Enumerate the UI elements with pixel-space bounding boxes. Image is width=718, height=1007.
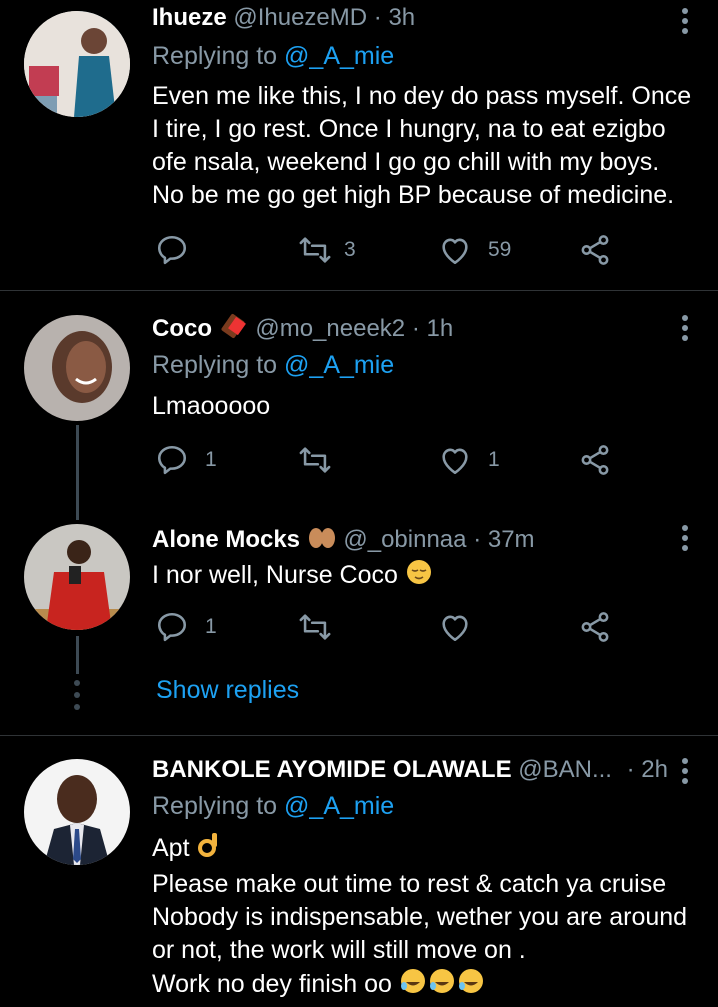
tweet-coco[interactable]: Coco @mo_neeek2 · 1h Replying to @_A_mie… <box>0 291 718 491</box>
avatar[interactable] <box>24 11 130 117</box>
tweet-text-line: Nobody is indispensable, wether you are … <box>152 903 688 931</box>
reply-mention-link[interactable]: @_A_mie <box>284 42 394 70</box>
avatar-photo <box>24 315 130 421</box>
tweet-text-line: or not, the work will still move on . <box>152 936 526 964</box>
avatar-photo <box>24 524 130 630</box>
tweet-text: I nor well, Nurse Coco <box>152 558 697 595</box>
rofl-emoji-icon <box>399 967 489 1004</box>
retweet-icon <box>298 443 332 477</box>
timestamp[interactable]: · 1h <box>412 315 453 342</box>
replying-to: Replying to @_A_mie <box>152 351 394 380</box>
display-name[interactable]: Coco <box>152 315 212 342</box>
tweet-text: Even me like this, I no dey do pass myse… <box>152 82 692 209</box>
replying-label: Replying to <box>152 42 278 70</box>
share-icon <box>578 443 612 477</box>
show-replies-link[interactable]: Show replies <box>156 676 299 705</box>
retweet-button[interactable] <box>298 443 332 477</box>
raised-hands-emoji-icon <box>307 525 337 556</box>
reply-mention-link[interactable]: @_A_mie <box>284 792 394 820</box>
timestamp[interactable]: · 3h <box>374 4 415 31</box>
like-icon <box>438 443 472 477</box>
tweet-header: Coco @mo_neeek2 · 1h <box>152 313 453 346</box>
handle[interactable]: @IhuezeMD <box>233 4 367 31</box>
more-icon[interactable] <box>682 8 688 38</box>
avatar-photo <box>24 11 130 117</box>
tweet-text-segment: Apt <box>152 834 190 863</box>
tweet-text: Apt Please make out time to rest & catch… <box>152 831 697 1004</box>
tweet-text-line: Apt <box>152 831 697 868</box>
retweet-button[interactable] <box>298 610 332 644</box>
replying-label: Replying to <box>152 351 278 379</box>
handle[interactable]: @mo_neeek2 <box>255 315 405 342</box>
like-button[interactable] <box>438 610 472 644</box>
avatar[interactable] <box>24 759 130 865</box>
like-button[interactable]: 1 <box>438 443 500 477</box>
retweet-button[interactable]: 3 <box>298 233 356 267</box>
handle[interactable]: @_obinnaa <box>343 526 466 553</box>
tweet-header: Ihueze @IhuezeMD · 3h <box>152 4 415 32</box>
relieved-face-emoji-icon <box>405 558 433 595</box>
tweet-text-line: Work no dey finish oo <box>152 967 697 1004</box>
tweet-text: Lmaooooo <box>152 392 271 420</box>
ok-hand-emoji-icon <box>196 831 222 868</box>
tweet-header: BANKOLE AYOMIDE OLAWALE @BAN... · 2h <box>152 756 668 784</box>
tweet-alone-mocks[interactable]: Alone Mocks @_obinnaa · 37m I nor well, … <box>0 505 718 665</box>
reply-count: 1 <box>205 448 217 471</box>
share-icon <box>578 610 612 644</box>
like-icon <box>438 610 472 644</box>
more-icon[interactable] <box>682 525 688 555</box>
chocolate-emoji-icon <box>219 313 249 346</box>
share-button[interactable] <box>578 610 612 644</box>
more-icon[interactable] <box>682 758 688 788</box>
replying-label: Replying to <box>152 792 278 820</box>
more-icon[interactable] <box>682 315 688 345</box>
reply-button[interactable] <box>155 233 189 267</box>
share-button[interactable] <box>578 233 612 267</box>
thread-continuation-dots <box>74 680 80 716</box>
retweet-icon <box>298 610 332 644</box>
retweet-count: 3 <box>344 238 356 261</box>
tweet-text-line: Please make out time to rest & catch ya … <box>152 870 667 898</box>
reply-button[interactable]: 1 <box>155 610 217 644</box>
avatar[interactable] <box>24 524 130 630</box>
timestamp[interactable]: · 2h <box>627 756 668 783</box>
share-button[interactable] <box>578 443 612 477</box>
avatar[interactable] <box>24 315 130 421</box>
display-name[interactable]: Ihueze <box>152 4 227 31</box>
handle[interactable]: @BAN... <box>518 756 612 783</box>
like-count: 59 <box>488 238 512 261</box>
timestamp[interactable]: · 37m <box>473 526 534 553</box>
retweet-icon <box>298 233 332 267</box>
replying-to: Replying to @_A_mie <box>152 792 394 821</box>
reply-icon <box>155 443 189 477</box>
tweet-bankole[interactable]: BANKOLE AYOMIDE OLAWALE @BAN... · 2h Rep… <box>0 736 718 1007</box>
reply-icon <box>155 233 189 267</box>
reply-button[interactable]: 1 <box>155 443 217 477</box>
tweet-header: Alone Mocks @_obinnaa · 37m <box>152 525 535 556</box>
reply-count: 1 <box>205 615 217 638</box>
reply-icon <box>155 610 189 644</box>
like-icon <box>438 233 472 267</box>
replying-to: Replying to @_A_mie <box>152 42 394 71</box>
display-name[interactable]: BANKOLE AYOMIDE OLAWALE <box>152 756 512 783</box>
display-name[interactable]: Alone Mocks <box>152 526 300 553</box>
tweet-text-content: I nor well, Nurse Coco <box>152 561 398 590</box>
tweet-text-segment: Work no dey finish oo <box>152 970 392 999</box>
reply-mention-link[interactable]: @_A_mie <box>284 351 394 379</box>
share-icon <box>578 233 612 267</box>
avatar-photo <box>24 759 130 865</box>
like-button[interactable]: 59 <box>438 233 511 267</box>
thread-line <box>76 636 79 674</box>
like-count: 1 <box>488 448 500 471</box>
tweet-ihueze[interactable]: Ihueze @IhuezeMD · 3h Replying to @_A_mi… <box>0 0 718 290</box>
